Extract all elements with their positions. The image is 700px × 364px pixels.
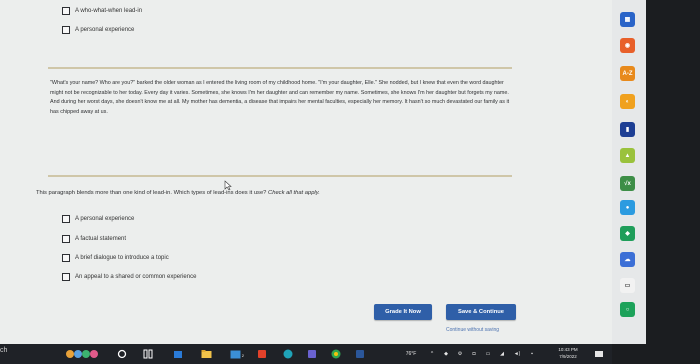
badge-count: 2 [241,353,244,358]
answer-label: A factual statement [75,236,127,242]
chevron-up-icon[interactable]: ^ [428,348,436,360]
option-label: A personal experience [75,27,135,33]
answer-label: A personal experience [75,216,135,222]
answer-option-2[interactable]: A factual statement [62,235,126,243]
widgets-icon[interactable] [62,348,106,360]
volume-icon[interactable]: ◄) [512,348,522,360]
settings-app-icon[interactable]: ◐ [620,94,635,109]
quiz-screen: A who-what-when lead-in A personal exper… [0,0,612,344]
taskbar: 2 76°F ^ ◆ ⚙ ◘ ▭ ◢ ◄) ▪ 10:43 PM 7/9/202… [0,344,612,364]
clock-time: 10:43 PM [558,347,578,352]
checkbox[interactable] [62,7,70,15]
folder-icon[interactable] [200,348,212,360]
notes-icon[interactable]: ▭ [620,278,635,293]
task-view-icon[interactable] [142,348,154,360]
chrome-icon[interactable] [330,348,342,360]
temperature: 76°F [405,351,417,357]
security-icon[interactable]: ◆ [442,348,450,360]
file-manager-icon[interactable] [172,348,184,360]
wifi-icon[interactable]: ◢ [498,348,506,360]
checkbox[interactable] [62,273,70,281]
formula-icon[interactable]: √x [620,176,635,191]
clock[interactable]: 10:43 PM 7/9/2022 [548,346,588,360]
continue-without-saving-link[interactable]: Continue without saving [446,327,499,333]
office-icon[interactable] [256,348,268,360]
option-row-2[interactable]: A personal experience [62,26,134,34]
answer-option-1[interactable]: A personal experience [62,215,134,223]
question-text: This paragraph blends more than one kind… [36,190,267,196]
book-icon[interactable]: ▮ [620,122,635,137]
settings-icon[interactable]: ⚙ [456,348,464,360]
weather-icon[interactable]: ☁ [620,252,635,267]
answer-option-3[interactable]: A brief dialogue to introduce a topic [62,254,169,262]
checkbox[interactable] [62,26,70,34]
calendar-app-icon[interactable]: ▦ [620,12,635,27]
question-prompt: This paragraph blends more than one kind… [36,190,320,196]
grade-it-now-button[interactable]: Grade It Now [374,304,432,320]
weather-widget[interactable]: 76°F [398,348,424,360]
battery-icon[interactable]: ▭ [484,348,492,360]
option-label: A who-what-when lead-in [75,8,143,14]
passage-bottom-rule [48,175,512,177]
question-instruction: Check all that apply. [268,190,320,196]
drive-icon[interactable]: ◆ [620,226,635,241]
notification-icon[interactable] [592,348,606,360]
checkbox[interactable] [62,235,70,243]
quiz-content: A who-what-when lead-in A personal exper… [0,0,612,344]
teams-icon[interactable] [306,348,318,360]
dictionary-icon[interactable]: A-Z [620,66,635,81]
side-dock: ▦ ◉ A-Z ◐ ▮ ▲ √x ● ◆ ☁ ▭ ○ [612,0,646,344]
rss-icon[interactable]: ◉ [620,38,635,53]
answer-option-4[interactable]: An appeal to a shared or common experien… [62,273,196,281]
word-icon[interactable] [354,348,366,360]
search-icon[interactable] [116,348,128,360]
passage-text: "What's your name? Who are you?" barked … [50,80,510,115]
circle-app-icon[interactable]: ○ [620,302,635,317]
globe-icon[interactable]: ● [620,200,635,215]
answer-label: A brief dialogue to introduce a topic [75,255,169,261]
mail-icon[interactable]: 2 [228,348,244,360]
clock-date: 7/9/2022 [559,354,577,359]
checkbox[interactable] [62,215,70,223]
keyboard-icon[interactable]: ▪ [528,348,536,360]
network-icon[interactable]: ◘ [470,348,478,360]
checkbox[interactable] [62,254,70,262]
passage-top-rule [48,67,512,69]
option-row-1[interactable]: A who-what-when lead-in [62,7,142,15]
edge-browser-icon[interactable] [282,348,294,360]
answer-label: An appeal to a shared or common experien… [75,274,197,280]
gallery-icon[interactable]: ▲ [620,148,635,163]
left-edge-text: ch [0,347,8,354]
save-and-continue-button[interactable]: Save & Continue [446,304,516,320]
